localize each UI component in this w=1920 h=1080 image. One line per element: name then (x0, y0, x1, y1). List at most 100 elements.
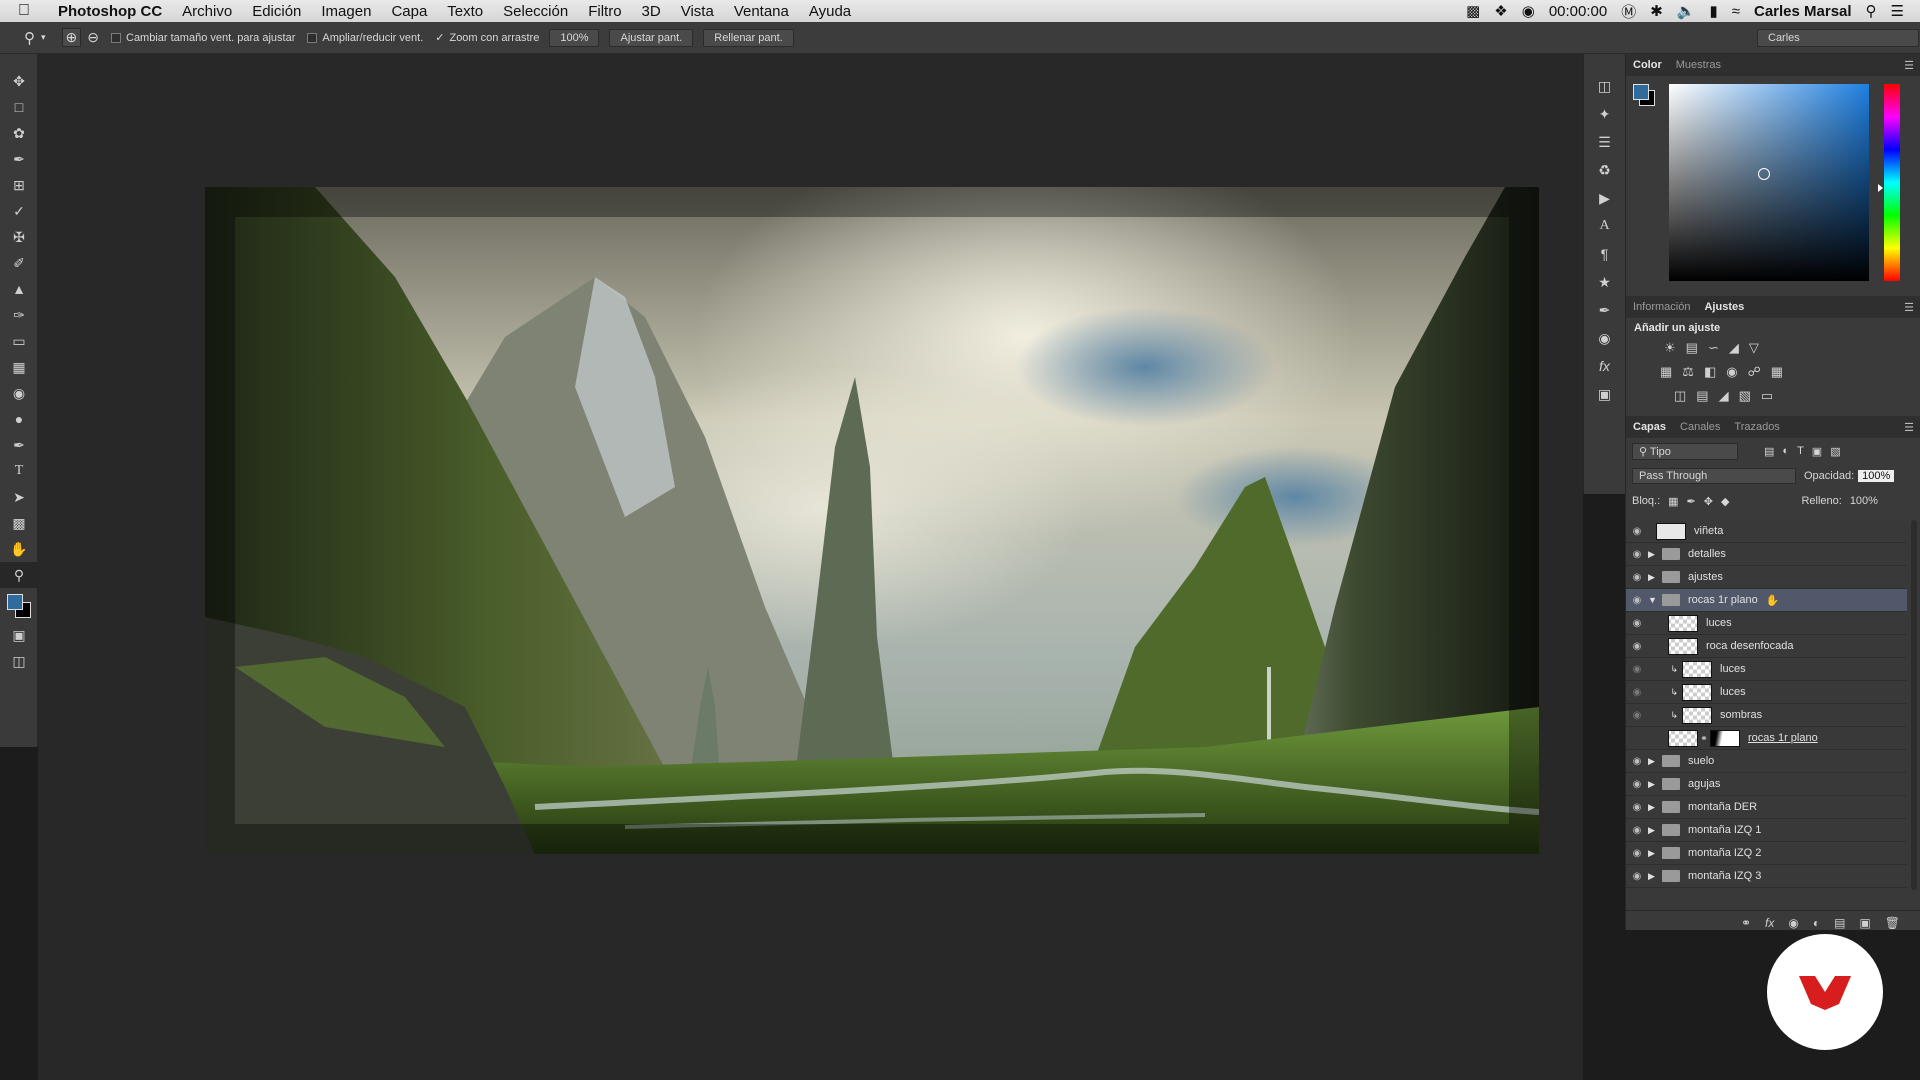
menu-capa[interactable]: Capa (391, 3, 427, 20)
history-icon[interactable]: ◫ (1584, 72, 1625, 100)
new-layer-icon[interactable]: ▣ (1859, 916, 1870, 930)
zoom-tool-active-icon[interactable]: ⚲ (0, 562, 38, 588)
pen-tool-icon[interactable]: ✒ (0, 432, 38, 458)
filter-smart-icon[interactable]: ▧ (1830, 445, 1840, 458)
new-group-icon[interactable]: ▤ (1834, 916, 1845, 930)
fill-field[interactable]: 100% (1850, 495, 1878, 507)
expand-arrow-icon[interactable]: ▶ (1648, 802, 1662, 813)
expand-arrow-icon[interactable]: ▶ (1648, 848, 1662, 859)
fill-screen-button[interactable]: Rellenar pant. (703, 28, 794, 47)
lock-position-icon[interactable]: ✥ (1704, 495, 1713, 508)
layer-group-row[interactable]: ◉ ▶ montaña IZQ 2 (1626, 842, 1907, 865)
visibility-eye-icon[interactable]: ◉ (1626, 526, 1648, 537)
layer-filter-select[interactable]: ⚲ Tipo (1632, 442, 1738, 460)
battery-icon[interactable]: ▮ (1709, 2, 1717, 20)
hue-slider[interactable] (1884, 84, 1900, 281)
lock-all-icon[interactable]: ◆ (1721, 495, 1729, 508)
glyphs-icon[interactable]: ★ (1584, 268, 1625, 296)
visibility-eye-icon[interactable]: ◉ (1626, 710, 1648, 721)
visibility-eye-icon[interactable]: ◉ (1626, 779, 1648, 790)
zoom-value-field[interactable]: 100% (549, 28, 600, 47)
vibrance-icon[interactable]: ▽ (1749, 340, 1759, 356)
menu-3d[interactable]: 3D (642, 3, 661, 20)
character-icon[interactable]: A (1584, 212, 1625, 240)
expand-arrow-icon[interactable]: ▶ (1648, 871, 1662, 882)
blur-tool-icon[interactable]: ◉ (0, 380, 38, 406)
expand-arrow-icon[interactable]: ▶ (1648, 572, 1662, 583)
document-canvas[interactable] (205, 187, 1539, 854)
user-name[interactable]: Carles Marsal (1754, 3, 1852, 20)
filter-adjust-icon[interactable]: ◐ (1782, 445, 1789, 457)
filter-shape-icon[interactable]: ▣ (1812, 445, 1822, 458)
threshold-icon[interactable]: ◢ (1719, 388, 1729, 404)
type-tool-icon[interactable]: T (0, 458, 38, 484)
visibility-eye-icon[interactable]: ◉ (1626, 756, 1648, 767)
zoom-all-box[interactable] (307, 32, 318, 43)
posterize-icon[interactable]: ▤ (1696, 388, 1708, 404)
clock-readout[interactable]: 00:00:00 (1549, 3, 1607, 20)
layer-row[interactable]: ◉ viñeta (1626, 520, 1907, 543)
brush-tool-icon[interactable]: ✐ (0, 250, 38, 276)
spotlight-icon[interactable]: ⚲ (1866, 2, 1877, 20)
fit-screen-button[interactable]: Ajustar pant. (609, 28, 694, 47)
lock-pixels-icon[interactable]: ✒ (1687, 495, 1696, 508)
menu-filtro[interactable]: Filtro (588, 3, 621, 20)
foreground-color-swatch[interactable] (7, 594, 23, 610)
panel-menu-icon[interactable]: ☰ (1904, 301, 1914, 314)
screen-mode-icon[interactable]: ◫ (0, 648, 38, 674)
layer-row[interactable]: ◉ roca desenfocada (1626, 635, 1907, 658)
visibility-eye-icon[interactable]: ◉ (1626, 549, 1648, 560)
eyedropper-tool-icon[interactable]: ✓ (0, 198, 38, 224)
color-fg-swatch[interactable] (1633, 84, 1649, 100)
layer-group-row[interactable]: ◉ ▶ montaña IZQ 3 (1626, 865, 1907, 888)
visibility-eye-icon[interactable]: ◉ (1626, 848, 1648, 859)
bluetooth-icon[interactable]: ✱ (1650, 2, 1663, 20)
visibility-eye-icon[interactable]: ◉ (1626, 595, 1648, 606)
paragraph-icon[interactable]: ¶ (1584, 240, 1625, 268)
delete-layer-icon[interactable]: 🗑 (1885, 916, 1900, 930)
expand-arrow-icon[interactable]: ▶ (1648, 779, 1662, 790)
tab-ajustes[interactable]: Ajustes (1697, 301, 1751, 313)
visibility-eye-icon[interactable]: ◉ (1626, 871, 1648, 882)
eraser-tool-icon[interactable]: ▭ (0, 328, 38, 354)
layer-group-row[interactable]: ◉ ▶ agujas (1626, 773, 1907, 796)
chain-link-icon[interactable]: ⚭ (1698, 733, 1710, 744)
color-lookup-icon[interactable]: ▦ (1771, 364, 1783, 380)
layer-mask-thumbnail[interactable] (1710, 729, 1740, 747)
actions-play-icon[interactable]: ▶ (1584, 184, 1625, 212)
invert-icon[interactable]: ◫ (1674, 388, 1686, 404)
menu-seleccion[interactable]: Selección (503, 3, 568, 20)
filter-pixel-icon[interactable]: ▤ (1764, 445, 1774, 458)
menu-app-name[interactable]: Photoshop CC (58, 3, 162, 20)
filter-type-icon[interactable]: T (1797, 445, 1804, 457)
layers-scrollbar[interactable] (1911, 520, 1917, 890)
gradient-tool-icon[interactable]: ▦ (0, 354, 38, 380)
gradient-map-icon[interactable]: ▭ (1761, 388, 1773, 404)
crop-tool-icon[interactable]: ⊞ (0, 172, 38, 198)
healing-tool-icon[interactable]: ✠ (0, 224, 38, 250)
move-tool-icon[interactable]: ✥ (0, 68, 38, 94)
3d-icon[interactable]: ▣ (1584, 380, 1625, 408)
zoom-all-windows-checkbox[interactable]: Ampliar/reducir vent. (307, 32, 423, 44)
opacity-field[interactable]: 100% (1858, 470, 1895, 482)
panel-menu-icon[interactable]: ☰ (1904, 59, 1914, 72)
visibility-eye-icon[interactable]: ◉ (1626, 825, 1648, 836)
layer-group-row[interactable]: ◉ ▶ detalles (1626, 543, 1907, 566)
resize-window-box[interactable] (111, 32, 121, 43)
levels-icon[interactable]: ▤ (1686, 340, 1698, 356)
canvas-area[interactable] (38, 54, 1583, 1080)
zoom-in-icon[interactable]: ⊕ (61, 28, 82, 47)
brightness-icon[interactable]: ☀ (1664, 340, 1676, 356)
black-white-icon[interactable]: ◧ (1704, 364, 1716, 380)
visibility-eye-icon[interactable]: ◉ (1626, 664, 1648, 675)
layer-group-row[interactable]: ◉ ▶ suelo (1626, 750, 1907, 773)
expand-arrow-icon[interactable]: ▶ (1648, 825, 1662, 836)
menu-ventana[interactable]: Ventana (734, 3, 789, 20)
stamp-tool-icon[interactable]: ▲ (0, 276, 38, 302)
tab-muestras[interactable]: Muestras (1669, 59, 1728, 71)
menu-texto[interactable]: Texto (447, 3, 483, 20)
menu-edicion[interactable]: Edición (252, 3, 301, 20)
color-balance-icon[interactable]: ⚖ (1682, 364, 1694, 380)
menu-imagen[interactable]: Imagen (321, 3, 371, 20)
m-icon[interactable]: Ⓜ (1621, 1, 1636, 22)
